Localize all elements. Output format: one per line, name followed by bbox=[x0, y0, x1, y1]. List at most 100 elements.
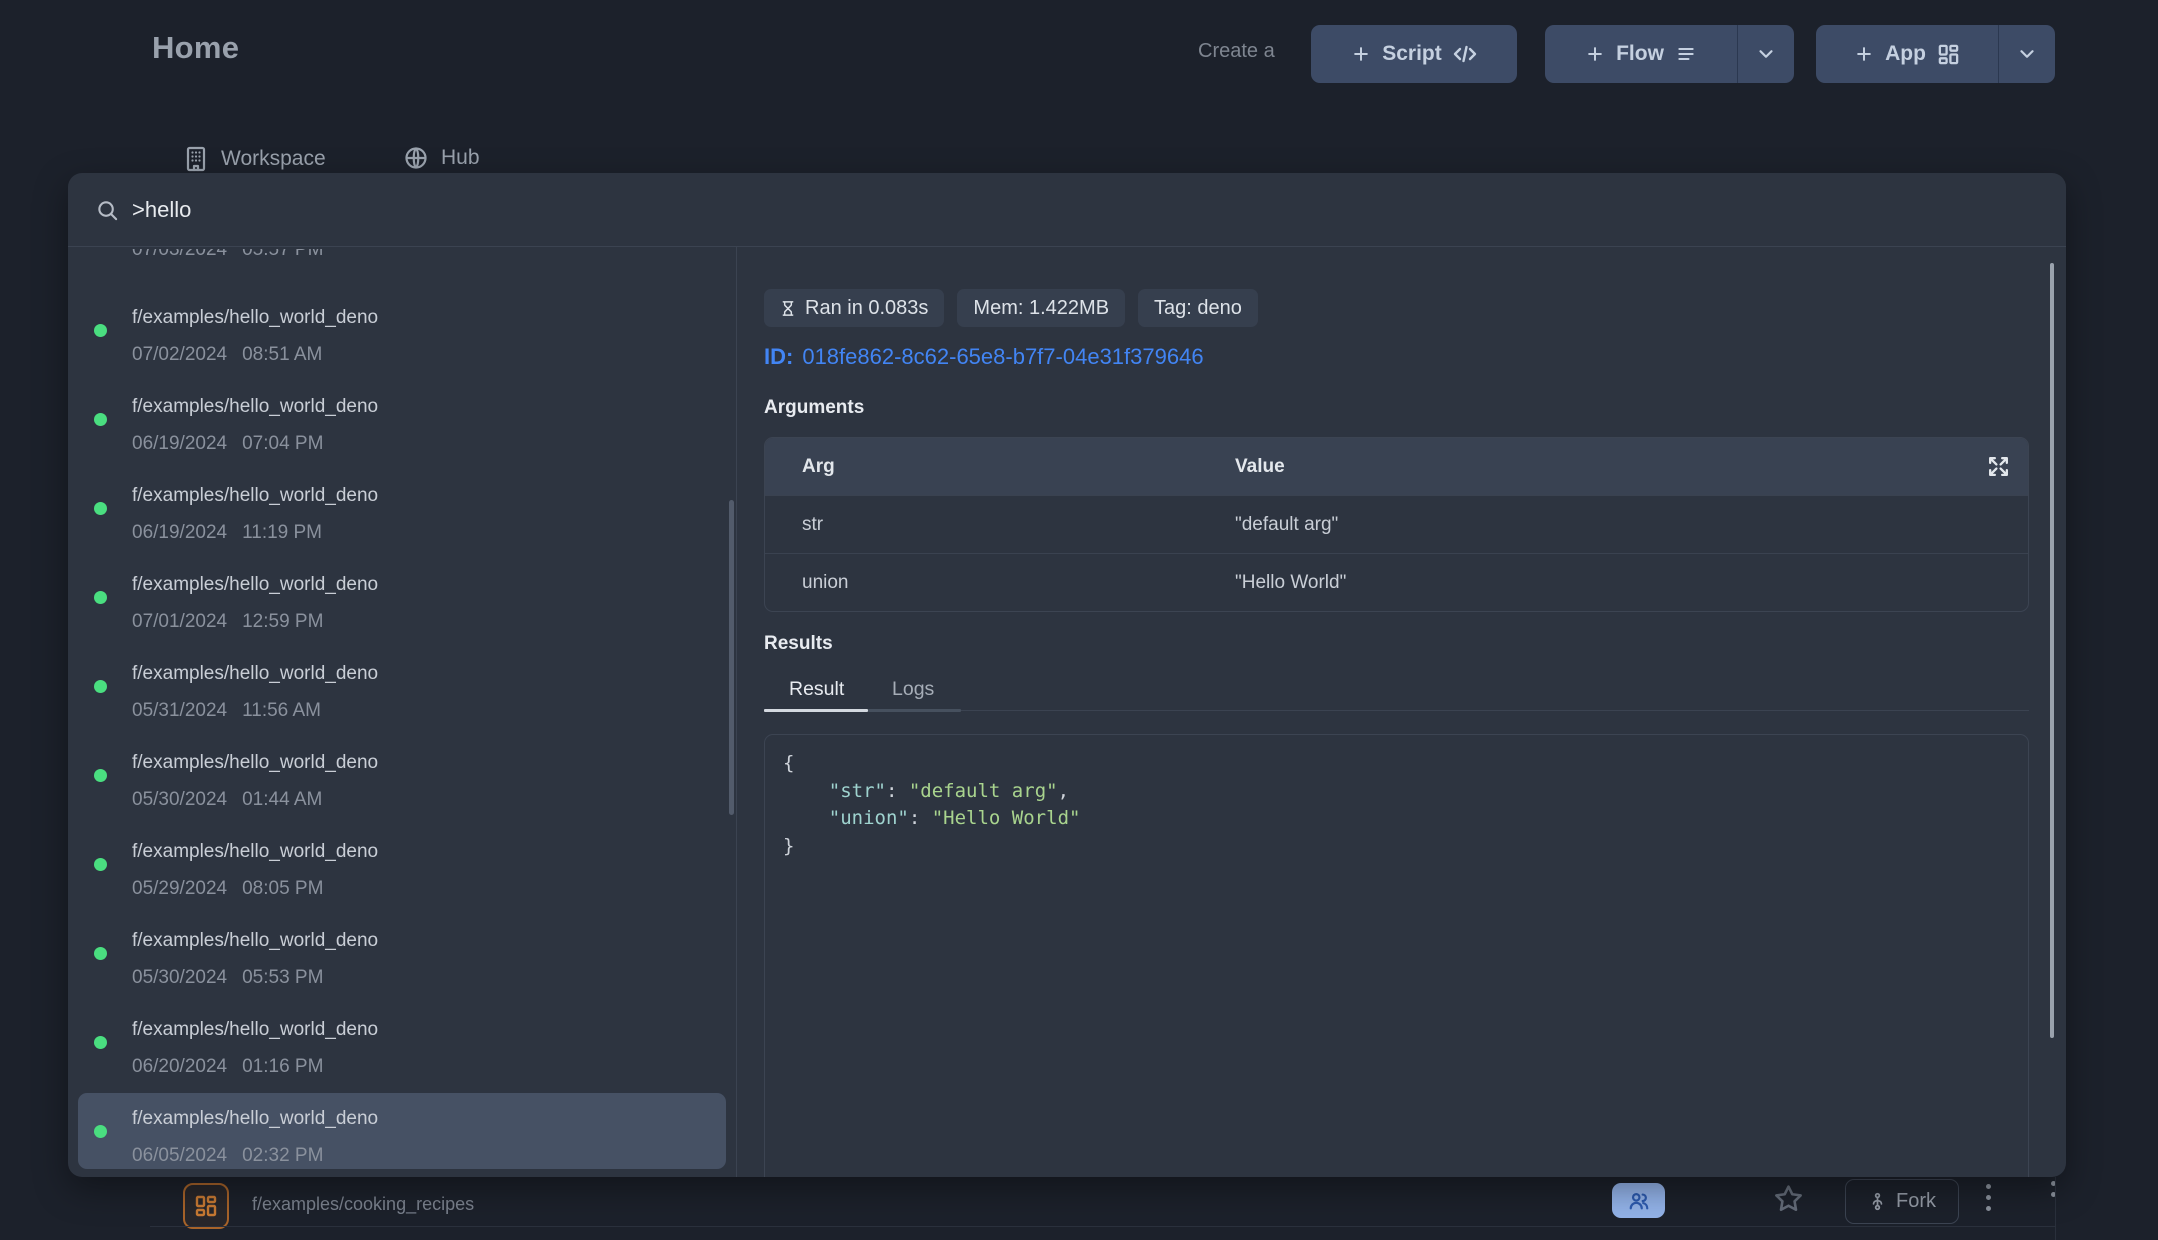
run-list-item[interactable]: f/examples/hello_world_deno 05/29/2024 08… bbox=[78, 826, 726, 902]
search-icon bbox=[96, 199, 119, 222]
run-path: f/examples/hello_world_deno bbox=[132, 1108, 378, 1130]
tab-logs[interactable]: Logs bbox=[892, 678, 934, 701]
create-app-button[interactable]: App bbox=[1816, 25, 1998, 83]
run-date: 05/30/2024 bbox=[132, 967, 227, 988]
app-item-path[interactable]: f/examples/cooking_recipes bbox=[252, 1194, 474, 1215]
tab-result[interactable]: Result bbox=[789, 678, 844, 701]
tag-badge: Tag: deno bbox=[1138, 289, 1258, 327]
row-divider bbox=[150, 1226, 2055, 1227]
run-timestamp: 06/20/202401:16 PM bbox=[132, 1056, 323, 1078]
kebab-menu-icon[interactable] bbox=[1986, 1184, 1991, 1217]
run-list-item[interactable]: f/examples/hello_world_deno 07/02/202408… bbox=[78, 292, 726, 368]
git-fork-icon bbox=[1868, 1192, 1887, 1211]
run-date: 06/05/2024 bbox=[132, 1145, 227, 1166]
run-timestamp: 05/31/202411:56 AM bbox=[132, 700, 321, 722]
run-time: 08:51 AM bbox=[242, 344, 322, 365]
maximize-icon bbox=[1986, 454, 2011, 479]
script-button-label: Script bbox=[1382, 42, 1442, 66]
success-status-dot bbox=[94, 769, 107, 782]
favorite-star-icon[interactable] bbox=[1773, 1183, 1804, 1214]
run-timestamp: 05/30/202401:44 AM bbox=[132, 789, 322, 811]
fork-button[interactable]: Fork bbox=[1845, 1179, 1959, 1224]
run-list-partial-item[interactable]: 07/03/202405:57 PM bbox=[78, 249, 726, 264]
value-column-header: Value bbox=[1235, 456, 2028, 478]
run-path: f/examples/hello_world_deno bbox=[132, 307, 378, 329]
success-status-dot bbox=[94, 502, 107, 515]
run-time: 12:59 PM bbox=[242, 611, 323, 632]
create-flow-button[interactable]: Flow bbox=[1545, 25, 1737, 83]
run-date: 05/29/2024 bbox=[132, 878, 227, 899]
tab-workspace[interactable]: Workspace bbox=[184, 146, 326, 172]
run-list-item[interactable]: f/examples/hello_world_deno 05/30/202401… bbox=[78, 737, 726, 813]
run-timestamp: 07/01/202412:59 PM bbox=[132, 611, 323, 633]
workspace-tab-label: Workspace bbox=[221, 147, 326, 171]
run-path: f/examples/hello_world_deno bbox=[132, 752, 378, 774]
column-divider bbox=[2055, 1177, 2056, 1240]
flow-button-label: Flow bbox=[1616, 42, 1664, 66]
duration-badge-label: Ran in 0.083s bbox=[805, 297, 928, 320]
duration-badge: Ran in 0.083s bbox=[764, 289, 944, 327]
code-icon bbox=[1453, 45, 1477, 63]
fork-button-label: Fork bbox=[1896, 1190, 1936, 1213]
create-script-button[interactable]: Script bbox=[1311, 25, 1517, 83]
create-script-main[interactable]: Script bbox=[1311, 25, 1517, 83]
result-json-box: { "str": "default arg", "union": "Hello … bbox=[764, 734, 2029, 1177]
expand-table-button[interactable] bbox=[1984, 452, 2012, 480]
chevron-down-icon bbox=[2016, 43, 2038, 65]
hub-tab-label: Hub bbox=[441, 146, 480, 170]
run-list-scrollbar[interactable] bbox=[729, 500, 734, 815]
run-list-item[interactable]: f/examples/hello_world_deno 06/19/202407… bbox=[78, 381, 726, 457]
search-input[interactable] bbox=[132, 173, 1832, 246]
success-status-dot bbox=[94, 858, 107, 871]
run-time: 08:05 PM bbox=[242, 878, 323, 899]
run-list-item[interactable]: f/examples/hello_world_deno 06/19/202411… bbox=[78, 470, 726, 546]
run-date: 05/30/2024 bbox=[132, 789, 227, 810]
results-section-label: Results bbox=[764, 633, 833, 655]
run-list-item[interactable]: f/examples/hello_world_deno 07/01/202412… bbox=[78, 559, 726, 635]
run-list-item[interactable]: f/examples/hello_world_deno 05/30/202405… bbox=[78, 915, 726, 991]
run-time: 07:04 PM bbox=[242, 433, 323, 454]
run-timestamp: 07/03/202405:57 PM bbox=[132, 249, 323, 261]
active-tab-underline bbox=[764, 709, 868, 712]
run-list: 07/03/202405:57 PM f/examples/hello_worl… bbox=[68, 247, 737, 1177]
run-path: f/examples/hello_world_deno bbox=[132, 663, 378, 685]
arguments-table: Arg Value str "default arg" union "Hello… bbox=[764, 437, 2029, 612]
run-path: f/examples/hello_world_deno bbox=[132, 1019, 378, 1041]
run-date: 07/03/2024 bbox=[132, 249, 227, 260]
building-icon bbox=[184, 146, 208, 172]
flow-dropdown-button[interactable] bbox=[1738, 25, 1794, 83]
run-id-label: ID: bbox=[764, 344, 793, 369]
results-tabs: Result Logs bbox=[764, 675, 2029, 711]
run-list-item[interactable]: f/examples/hello_world_deno 05/31/202411… bbox=[78, 648, 726, 724]
logs-tab-underline bbox=[868, 709, 961, 712]
run-path: f/examples/hello_world_deno bbox=[132, 396, 378, 418]
run-date: 06/19/2024 bbox=[132, 522, 227, 543]
tab-hub[interactable]: Hub bbox=[404, 146, 480, 170]
app-dropdown-button[interactable] bbox=[1999, 25, 2055, 83]
run-path: f/examples/hello_world_deno bbox=[132, 841, 378, 863]
run-id-row: ID: 018fe862-8c62-65e8-b7f7-04e31f379646 bbox=[764, 344, 1204, 370]
run-list-item[interactable]: f/examples/hello_world_deno 06/05/202402… bbox=[78, 1093, 726, 1169]
create-app-button-group: App bbox=[1816, 25, 2055, 83]
run-list-item[interactable]: f/examples/hello_world_deno 06/20/202401… bbox=[78, 1004, 726, 1080]
argument-name: str bbox=[765, 514, 1235, 536]
overlay-body: 07/03/202405:57 PM f/examples/hello_worl… bbox=[68, 247, 2066, 1177]
run-id-value[interactable]: 018fe862-8c62-65e8-b7f7-04e31f379646 bbox=[802, 344, 1203, 369]
chevron-down-icon bbox=[1755, 43, 1777, 65]
arguments-section-label: Arguments bbox=[764, 397, 864, 419]
success-status-dot bbox=[94, 1125, 107, 1138]
argument-value: "default arg" bbox=[1235, 514, 2028, 536]
app-item-icon[interactable] bbox=[183, 1183, 229, 1229]
plus-icon bbox=[1351, 44, 1371, 64]
argument-value: "Hello World" bbox=[1235, 572, 2028, 594]
run-badges: Ran in 0.083s Mem: 1.422MB Tag: deno bbox=[764, 289, 1258, 327]
flow-menu-icon bbox=[1675, 44, 1697, 64]
overlay-scrollbar[interactable] bbox=[2050, 263, 2054, 1038]
app-grid-icon bbox=[1937, 43, 1960, 66]
hourglass-icon bbox=[780, 298, 796, 319]
run-timestamp: 06/19/202411:19 PM bbox=[132, 522, 322, 544]
run-path: f/examples/hello_world_deno bbox=[132, 930, 378, 952]
app-root: Home Create a Script Flow App bbox=[0, 0, 2158, 1240]
create-flow-button-group: Flow bbox=[1545, 25, 1794, 83]
memory-badge-label: Mem: 1.422MB bbox=[973, 297, 1109, 320]
